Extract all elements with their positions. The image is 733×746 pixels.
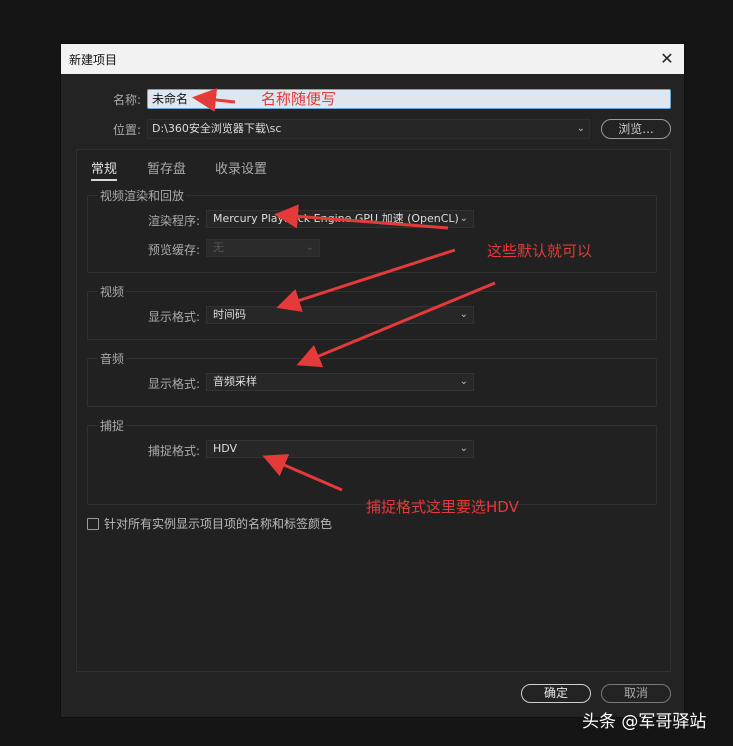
annotation-name-note: 名称随便写 (261, 90, 337, 108)
render-playback-group: 视频渲染和回放 渲染程序: Mercury Playback Engine GP… (87, 187, 657, 273)
show-labels-checkbox[interactable] (87, 517, 99, 530)
close-icon[interactable]: ✕ (656, 47, 678, 69)
show-labels-option[interactable]: 针对所有实例显示项目项的名称和标签颜色 (87, 515, 332, 532)
location-label: 位置: (112, 123, 141, 137)
tab-general[interactable]: 常规 (91, 158, 118, 181)
audio-group: 音频 显示格式: 音频采样 ⌄ (87, 350, 657, 407)
group-title-render: 视频渲染和回放 (98, 187, 187, 204)
video-format-value: 时间码 (213, 308, 246, 321)
audio-format-value: 音频采样 (213, 375, 257, 388)
watermark: 头条 @军哥驿站 (582, 712, 707, 732)
renderer-label: 渲染程序: (147, 214, 200, 228)
tab-scratch-disks[interactable]: 暂存盘 (147, 158, 186, 177)
dialog-titlebar: 新建项目 ✕ (61, 44, 684, 74)
chevron-down-icon: ⌄ (459, 309, 468, 320)
name-label: 名称: (112, 93, 141, 107)
annotation-capture-note: 捕捉格式这里要选HDV (366, 498, 519, 516)
preview-cache-label: 预览缓存: (147, 243, 200, 257)
group-title-video: 视频 (98, 283, 127, 300)
chevron-down-icon: ⌄ (576, 123, 585, 134)
audio-format-label: 显示格式: (147, 377, 200, 391)
group-title-capture: 捕捉 (98, 417, 127, 434)
chevron-down-icon: ⌄ (459, 376, 468, 387)
preview-cache-select: 无 ⌄ (206, 239, 320, 257)
new-project-dialog: 新建项目 ✕ 名称: 未命名 位置: D:\360安全浏览器下载\sc ⌄ 浏览… (60, 43, 685, 718)
chevron-down-icon: ⌄ (459, 213, 468, 224)
capture-format-select[interactable]: HDV ⌄ (206, 440, 474, 458)
audio-format-select[interactable]: 音频采样 ⌄ (206, 373, 474, 391)
dialog-title: 新建项目 (69, 53, 118, 67)
project-name-input[interactable]: 未命名 (147, 89, 671, 109)
chevron-down-icon: ⌄ (459, 443, 468, 454)
ok-button[interactable]: 确定 (521, 684, 591, 703)
preview-cache-value: 无 (213, 241, 224, 254)
video-group: 视频 显示格式: 时间码 ⌄ (87, 283, 657, 340)
video-format-label: 显示格式: (147, 310, 200, 324)
capture-format-label: 捕捉格式: (147, 444, 200, 458)
renderer-select[interactable]: Mercury Playback Engine GPU 加速 (OpenCL) … (206, 210, 474, 228)
show-labels-label: 针对所有实例显示项目项的名称和标签颜色 (104, 517, 333, 531)
video-format-select[interactable]: 时间码 ⌄ (206, 306, 474, 324)
settings-panel: 常规 暂存盘 收录设置 视频渲染和回放 渲染程序: Mercury Playba… (76, 149, 671, 672)
renderer-value: Mercury Playback Engine GPU 加速 (OpenCL) (213, 212, 459, 225)
chevron-down-icon: ⌄ (305, 242, 314, 253)
group-title-audio: 音频 (98, 350, 127, 367)
location-value: D:\360安全浏览器下载\sc (152, 122, 282, 135)
capture-format-value: HDV (213, 442, 238, 455)
capture-group: 捕捉 捕捉格式: HDV ⌄ (87, 417, 657, 505)
browse-button[interactable]: 浏览... (601, 119, 671, 139)
location-select[interactable]: D:\360安全浏览器下载\sc ⌄ (147, 119, 590, 139)
cancel-button[interactable]: 取消 (601, 684, 671, 703)
tab-ingest-settings[interactable]: 收录设置 (215, 158, 267, 177)
annotation-defaults-note: 这些默认就可以 (487, 242, 593, 260)
